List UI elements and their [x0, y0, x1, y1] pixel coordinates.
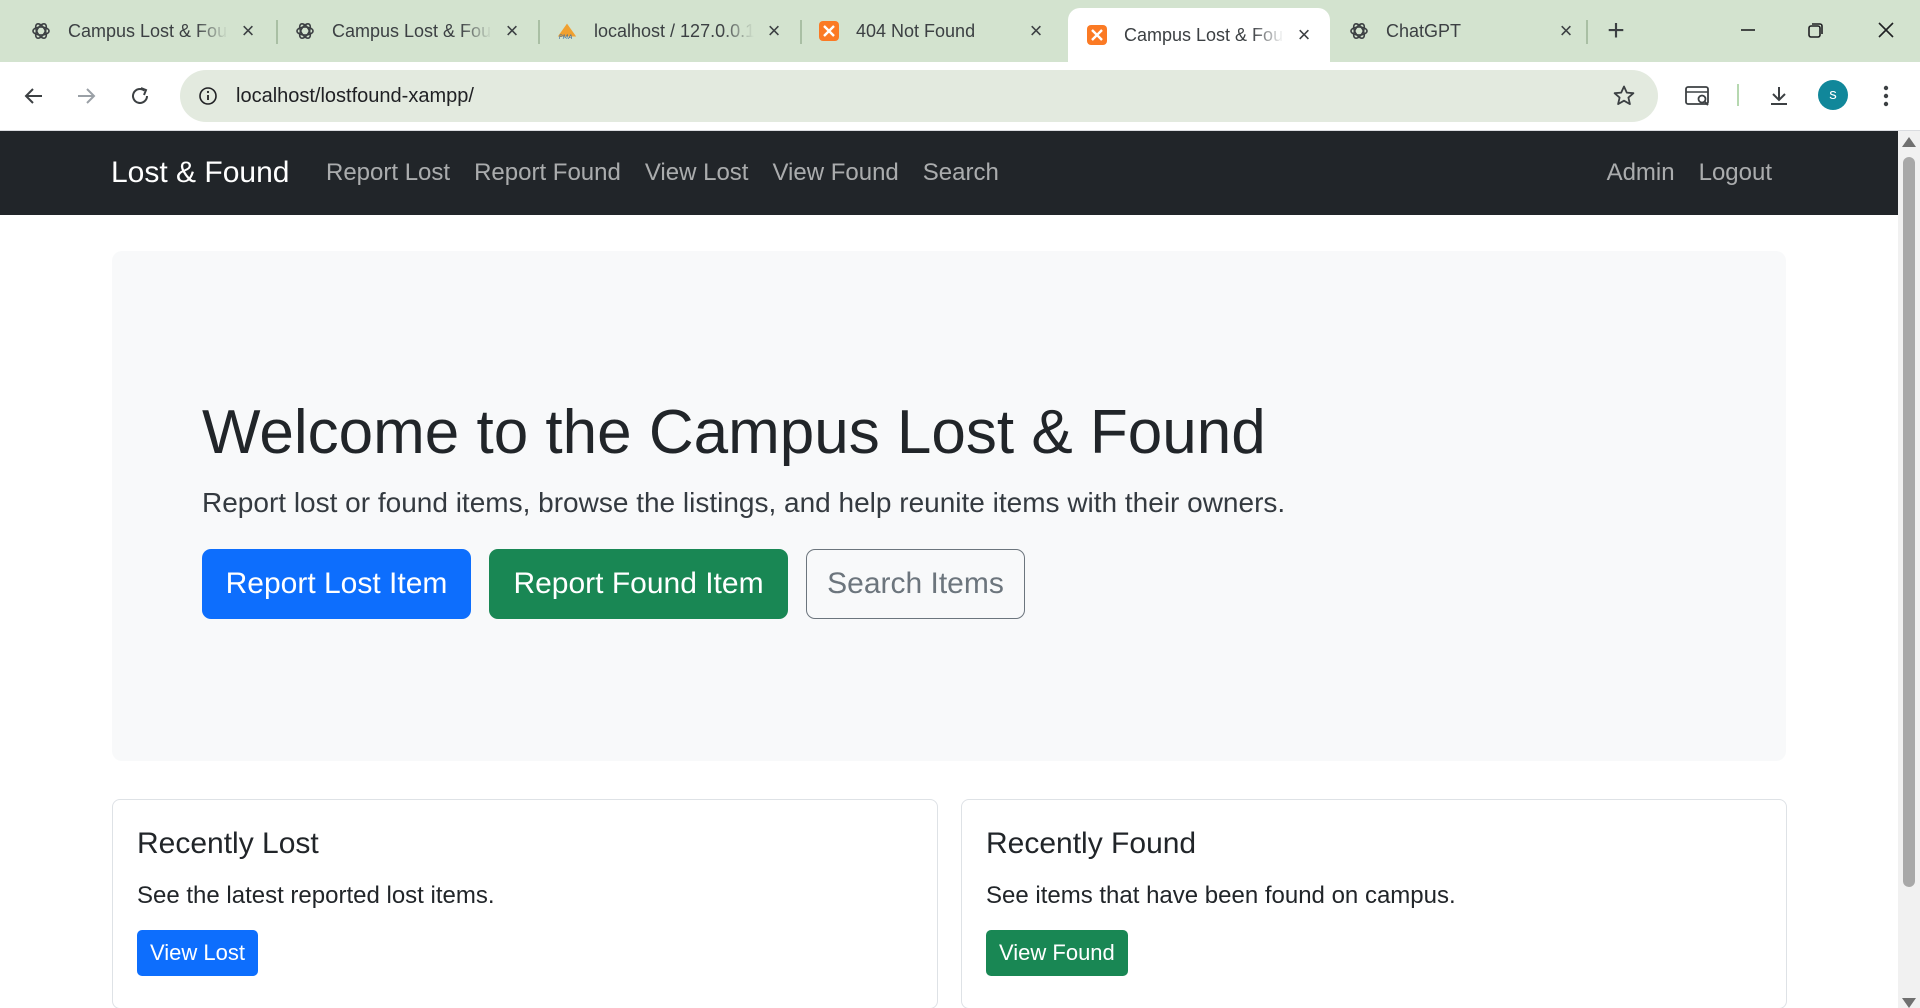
search-items-button[interactable]: Search Items — [806, 549, 1025, 619]
report-found-item-button[interactable]: Report Found Item — [489, 549, 788, 619]
tab-title: Campus Lost & Found — [68, 20, 228, 41]
forward-button[interactable] — [64, 74, 108, 118]
chatgpt-icon — [294, 20, 316, 42]
tab-strip: Campus Lost & Found × Campus Lost & Foun… — [0, 0, 1920, 62]
reload-button[interactable] — [118, 74, 162, 118]
xampp-icon — [818, 20, 840, 42]
chatgpt-icon — [1348, 20, 1370, 42]
recently-lost-card: Recently Lost See the latest reported lo… — [112, 799, 938, 1008]
close-icon[interactable]: × — [1292, 23, 1316, 47]
tab-title: Campus Lost & Found — [332, 20, 492, 41]
close-icon[interactable]: × — [762, 19, 786, 43]
page-scrollbar[interactable] — [1898, 131, 1920, 1008]
card-title: Recently Found — [986, 827, 1197, 860]
xampp-icon — [1086, 24, 1108, 46]
url-text[interactable]: localhost/lostfound-xampp/ — [236, 70, 474, 122]
view-lost-button[interactable]: View Lost — [137, 930, 258, 976]
tab-title: ChatGPT — [1386, 20, 1462, 41]
tab-title: 404 Not Found — [856, 20, 976, 41]
nav-link-view-found[interactable]: View Found — [772, 159, 898, 187]
close-icon[interactable]: × — [1554, 19, 1578, 43]
scroll-up-arrow-icon[interactable] — [1902, 137, 1916, 147]
download-icon — [1771, 87, 1787, 105]
address-bar[interactable]: localhost/lostfound-xampp/ — [180, 70, 1658, 122]
nav-link-view-lost[interactable]: View Lost — [645, 159, 749, 187]
phpmyadmin-icon: PMA — [556, 20, 578, 42]
close-icon[interactable]: × — [1024, 19, 1048, 43]
browser-tab-5[interactable]: ChatGPT × — [1330, 8, 1592, 54]
scroll-down-arrow-icon[interactable] — [1902, 998, 1916, 1008]
site-navbar: Lost & Found Report Lost Report Found Vi… — [0, 131, 1898, 215]
bookmark-star-icon[interactable] — [1610, 82, 1638, 110]
chatgpt-icon — [30, 20, 52, 42]
browser-tab-0[interactable]: Campus Lost & Found × — [12, 8, 274, 54]
back-button[interactable] — [12, 74, 56, 118]
page-viewport: Lost & Found Report Lost Report Found Vi… — [0, 131, 1898, 1008]
nav-link-admin[interactable]: Admin — [1607, 159, 1675, 187]
reload-icon — [132, 87, 148, 104]
navbar-brand[interactable]: Lost & Found — [111, 131, 289, 215]
tab-divider — [1586, 20, 1588, 44]
browser-tab-2[interactable]: PMA localhost / 127.0.0.1 × — [538, 8, 800, 54]
browser-toolbar: localhost/lostfound-xampp/ — [0, 62, 1920, 131]
hero-lead: Report lost or found items, browse the l… — [202, 487, 1286, 518]
svg-text:PMA: PMA — [559, 33, 573, 41]
restore-button[interactable] — [1788, 8, 1844, 52]
restore-icon — [1808, 23, 1823, 38]
report-lost-item-button[interactable]: Report Lost Item — [202, 549, 471, 619]
toolbar-divider — [1737, 84, 1739, 106]
hero-title: Welcome to the Campus Lost & Found — [202, 398, 1266, 467]
minimize-icon — [1741, 29, 1755, 31]
arrow-right-icon — [78, 88, 96, 104]
profile-avatar[interactable]: s — [1818, 80, 1848, 110]
browser-tab-3[interactable]: 404 Not Found × — [800, 8, 1062, 54]
card-title: Recently Lost — [137, 827, 319, 860]
arrow-left-icon — [24, 88, 42, 104]
tab-search-icon — [1685, 86, 1709, 106]
nav-link-report-lost[interactable]: Report Lost — [326, 159, 450, 187]
nav-link-search[interactable]: Search — [923, 159, 999, 187]
nav-link-logout[interactable]: Logout — [1699, 159, 1772, 187]
scrollbar-thumb[interactable] — [1903, 157, 1915, 887]
tab-title: Campus Lost & Found — [1124, 24, 1284, 45]
site-info-icon[interactable] — [192, 80, 224, 112]
close-icon[interactable]: × — [500, 19, 524, 43]
browser-menu-button[interactable] — [1864, 74, 1908, 118]
hero-section: Welcome to the Campus Lost & Found Repor… — [112, 251, 1786, 761]
browser-tab-active[interactable]: Campus Lost & Found × — [1068, 8, 1330, 62]
new-tab-button[interactable]: + — [1598, 14, 1634, 50]
downloads-button[interactable] — [1757, 74, 1801, 118]
nav-link-report-found[interactable]: Report Found — [474, 159, 621, 187]
tab-title: localhost / 127.0.0.1 — [594, 20, 754, 41]
minimize-button[interactable] — [1720, 8, 1776, 52]
search-tabs-button[interactable] — [1676, 74, 1720, 118]
card-text: See the latest reported lost items. — [137, 882, 495, 909]
view-found-button[interactable]: View Found — [986, 930, 1128, 976]
nav-links: Report Lost Report Found View Lost View … — [326, 131, 1023, 215]
close-icon — [1878, 22, 1894, 38]
recently-found-card: Recently Found See items that have been … — [961, 799, 1787, 1008]
close-icon[interactable]: × — [236, 19, 260, 43]
nav-right-links: Admin Logout — [1607, 131, 1772, 215]
close-window-button[interactable] — [1858, 8, 1914, 52]
kebab-menu-icon — [1883, 85, 1889, 107]
browser-tab-1[interactable]: Campus Lost & Found × — [276, 8, 538, 54]
card-text: See items that have been found on campus… — [986, 882, 1456, 909]
